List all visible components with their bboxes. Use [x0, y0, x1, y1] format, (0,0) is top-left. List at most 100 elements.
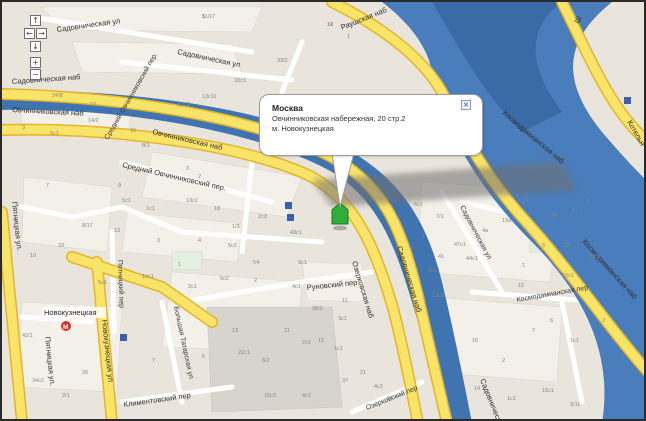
building-number: 5: [202, 14, 205, 20]
building-number: 33с3: [234, 78, 246, 84]
building-number: 3: [157, 238, 160, 244]
building-number: 11: [342, 298, 348, 304]
building-number: 1: [178, 262, 181, 268]
building-number: 2: [254, 278, 257, 284]
building-number: 44с1: [466, 256, 478, 262]
building-number: 3: [22, 125, 25, 131]
building-number: 15: [518, 283, 524, 289]
pan-left-button[interactable]: ←: [24, 28, 35, 39]
building-number: 9/11: [570, 402, 580, 408]
building-number: 17: [572, 208, 578, 214]
building-number: 10с2: [588, 254, 600, 260]
building-number: 12: [318, 338, 324, 344]
building-number: 1с1: [146, 206, 155, 212]
pan-up-button[interactable]: ↑: [30, 15, 41, 26]
building-number: 4а: [482, 228, 489, 234]
pan-down-button[interactable]: ↓: [30, 41, 41, 52]
bus-stop-icon[interactable]: [120, 334, 127, 341]
building-number: 26: [564, 243, 570, 249]
building-number: 8/17: [82, 223, 93, 229]
building-number: 22: [90, 102, 96, 108]
building-number: 5: [542, 243, 545, 249]
building-number: 11: [284, 328, 290, 334]
close-x-icon[interactable]: ×: [461, 100, 471, 110]
building-number: 42/1: [22, 333, 33, 339]
building-number: 4с1: [292, 284, 301, 290]
building-number: 2: [602, 318, 605, 324]
building-number: 47с1: [454, 242, 466, 248]
building-number: 7/1: [436, 214, 444, 220]
metro-label: Новокузнецкая: [44, 308, 97, 317]
building-number: 7: [532, 328, 535, 334]
building-number: 3с1: [338, 316, 347, 322]
metro-letter: М: [63, 324, 68, 331]
map-canvas[interactable]: Садовническая ул Садовническая ул Садовн…: [2, 2, 646, 421]
building-number: 1: [522, 263, 525, 269]
building-number: 13а: [502, 218, 512, 224]
building-number: 5с2: [220, 276, 229, 282]
building-number: 1: [422, 234, 425, 240]
building-number: 1/3: [232, 224, 240, 230]
label-pyatnitsky-per: Пятницкий пер: [116, 260, 126, 309]
building-number: 13с2: [178, 102, 190, 108]
building-number: 13: [114, 228, 120, 234]
building-number: 7/4: [252, 260, 260, 266]
pan-right-button[interactable]: →: [36, 28, 47, 39]
info-window-metro: м. Новокузнецкая: [272, 124, 334, 133]
info-window-address: Овчинниковская набережная, 20 стр.2: [272, 114, 406, 123]
building-number: 45с1: [428, 268, 440, 274]
building-number: 41: [438, 254, 444, 260]
building-number: 6с1: [414, 202, 423, 208]
building-number: 5с1: [50, 131, 59, 137]
building-number: 1с1: [334, 346, 343, 352]
building-number: 34: [552, 213, 558, 219]
building-number: 18: [214, 206, 220, 212]
building-number: 8/1: [142, 143, 150, 149]
info-window-title: Москва: [272, 103, 303, 113]
building-number: 1с1: [507, 396, 516, 402]
street-pyatnitsky: [109, 229, 117, 335]
building-number: 6: [550, 318, 553, 324]
building-number: 10: [30, 253, 36, 259]
building-number: 26: [82, 370, 88, 376]
bus-stop-icon[interactable]: [287, 214, 294, 221]
building-number: 10с1: [142, 274, 154, 280]
park-patch: [171, 251, 203, 271]
building-number: 24/8: [52, 93, 63, 99]
building-number: 2с1: [188, 284, 197, 290]
building-number: 7: [152, 358, 155, 364]
building-number: 4: [198, 238, 201, 244]
building-number: 15с1: [542, 388, 554, 394]
building-number: 7с1: [302, 340, 311, 346]
building-number: 7: [46, 183, 49, 189]
building-number: 15с3: [264, 393, 276, 399]
building-number: 5с2: [228, 243, 237, 249]
building-number: 14/2: [88, 118, 99, 124]
building-number: 33: [58, 243, 64, 249]
building-number: 15: [522, 198, 528, 204]
bus-stop-icon[interactable]: [285, 202, 292, 209]
building-number: 9: [118, 183, 121, 189]
building-number: 2: [198, 174, 201, 180]
building-number: 1с1: [570, 338, 579, 344]
building-number: 22с1: [238, 350, 250, 356]
zoom-in-button[interactable]: +: [30, 57, 41, 68]
building-number: 13с2: [186, 198, 198, 204]
zoom-out-button[interactable]: −: [30, 69, 41, 80]
building-number: 14: [474, 386, 480, 392]
building-number: 3: [186, 166, 189, 172]
building-number: 2/1: [62, 393, 70, 399]
building-number: 3: [587, 198, 590, 204]
building-number: 13: [232, 328, 238, 334]
building-number: 6/2: [262, 358, 270, 364]
building-number: 34с2: [32, 378, 44, 384]
building-number: 43с1: [290, 230, 302, 236]
info-window: Москва Овчинниковская набережная, 20 стр…: [259, 94, 483, 156]
building-number: 2с3: [258, 214, 267, 220]
map-frame: Садовническая ул Садовническая ул Садовн…: [0, 0, 646, 421]
building-number: 1: [347, 34, 350, 40]
building-number: 33/2: [277, 58, 288, 64]
building-number: 16: [130, 128, 136, 134]
building-number: 4с2: [302, 393, 311, 399]
bus-stop-icon[interactable]: [624, 97, 631, 104]
